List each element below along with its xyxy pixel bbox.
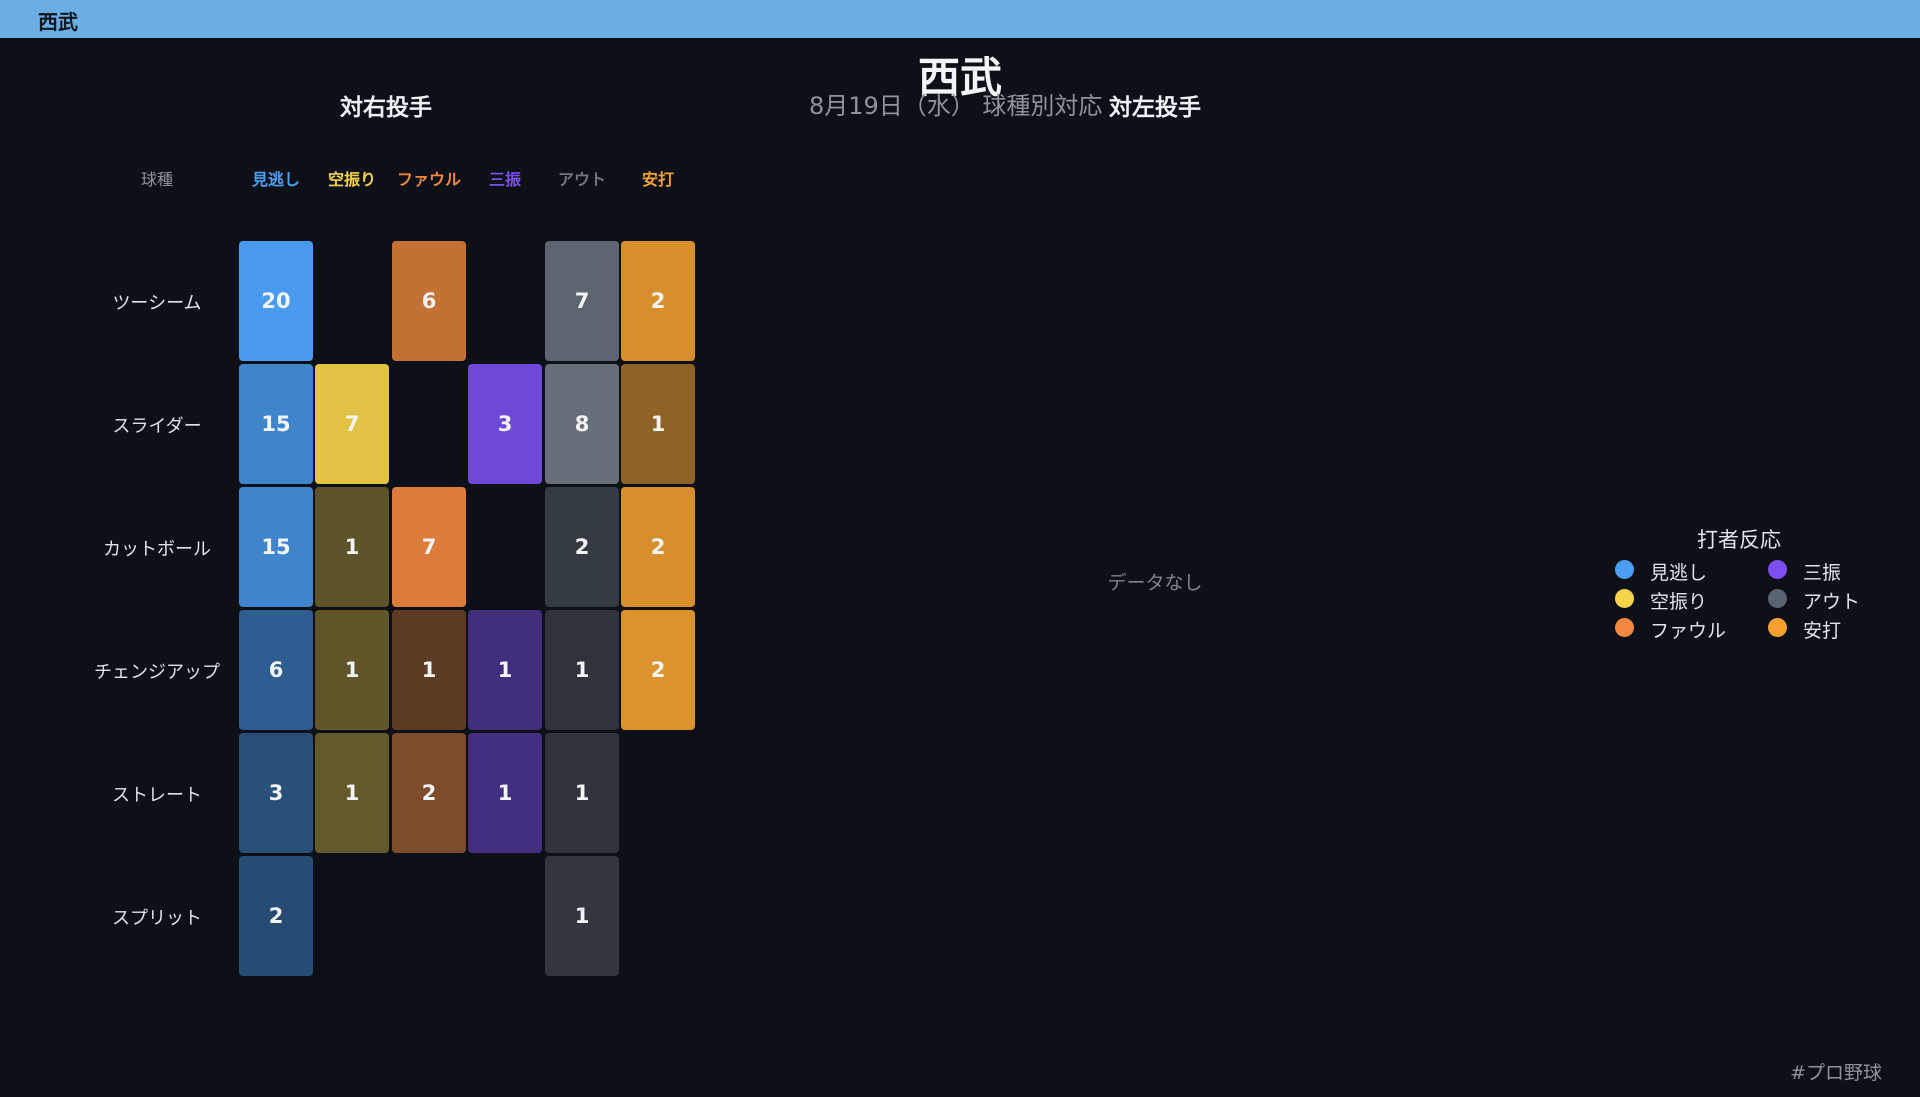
heatmap-cell: 1 (315, 487, 389, 607)
legend-label: ファウル (1650, 620, 1727, 642)
heatmap-cell: 1 (468, 610, 542, 730)
legend-label: アウト (1803, 591, 1861, 613)
heatmap-cell: 2 (621, 610, 695, 730)
heatmap-cell: 15 (239, 364, 313, 484)
row-label: カットボール (103, 539, 211, 560)
heatmap-cell: 7 (545, 241, 619, 361)
heatmap-cell: 1 (545, 856, 619, 976)
heatmap-cell: 2 (621, 487, 695, 607)
vs-left-panel-title: 対左投手 (1109, 95, 1201, 121)
heatmap-cell: 3 (468, 364, 542, 484)
heatmap-cell: 6 (239, 610, 313, 730)
row-label: スライダー (112, 416, 202, 437)
window-title: 西武 (38, 10, 78, 34)
legend-label: 三振 (1803, 562, 1842, 584)
row-label: スプリット (112, 908, 202, 929)
heatmap-cell: 1 (315, 610, 389, 730)
legend-label: 空振り (1650, 591, 1708, 613)
heatmap-cell: 1 (545, 733, 619, 853)
legend-label: 見逃し (1650, 562, 1708, 584)
row-label: チェンジアップ (94, 662, 220, 683)
heatmap-cell: 2 (392, 733, 466, 853)
hashtag-label: #プロ野球 (1790, 1062, 1882, 1084)
heatmap-cell: 2 (621, 241, 695, 361)
row-label: ストレート (112, 785, 202, 806)
column-header: 安打 (641, 170, 674, 189)
legend-dot-icon (1768, 618, 1787, 637)
heatmap-cell: 1 (315, 733, 389, 853)
heatmap-cell: 8 (545, 364, 619, 484)
legend-dot-icon (1615, 618, 1634, 637)
legend-dot-icon (1615, 589, 1634, 608)
heatmap-cell: 6 (392, 241, 466, 361)
legend-title: 打者反応 (1697, 528, 1781, 552)
heatmap-cell: 7 (315, 364, 389, 484)
legend-dot-icon (1768, 589, 1787, 608)
heatmap-cell: 7 (392, 487, 466, 607)
legend-label: 安打 (1803, 620, 1842, 642)
heatmap-cell: 2 (545, 487, 619, 607)
vs-left-no-data: データなし (1107, 572, 1203, 594)
heatmap-cell: 1 (545, 610, 619, 730)
row-label: ツーシーム (112, 293, 202, 314)
heatmap-cell: 15 (239, 487, 313, 607)
heatmap-cell: 2 (239, 856, 313, 976)
heatmap-cell: 1 (468, 733, 542, 853)
column-header-pitch-type: 球種 (140, 170, 173, 189)
heatmap-cell: 1 (392, 610, 466, 730)
legend-dot-icon (1615, 560, 1634, 579)
heatmap-cell: 20 (239, 241, 313, 361)
legend-dot-icon (1768, 560, 1787, 579)
heatmap-cell: 1 (621, 364, 695, 484)
heatmap-cell: 3 (239, 733, 313, 853)
top-bar: 西武 (0, 0, 1920, 38)
vs-right-panel-title: 対右投手 (340, 95, 432, 121)
